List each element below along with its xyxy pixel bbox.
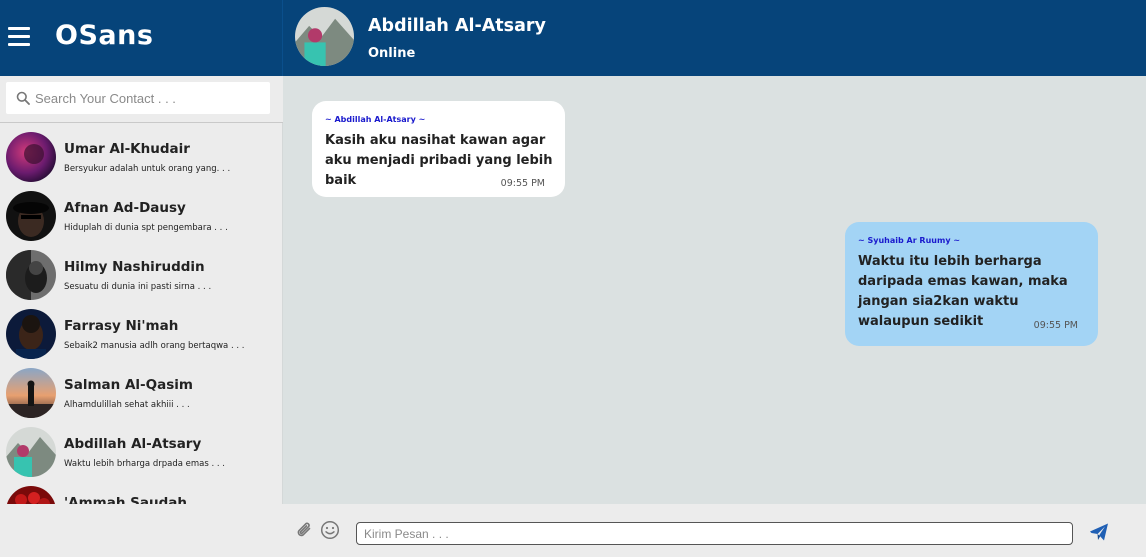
avatar[interactable]	[295, 7, 354, 66]
contact-item[interactable]: Umar Al-Khudair Bersyukur adalah untuk o…	[0, 124, 283, 182]
contact-item[interactable]: 'Ammah Saudah	[0, 478, 283, 504]
search-icon	[16, 91, 30, 105]
search-box[interactable]	[6, 82, 270, 114]
contact-item[interactable]: Salman Al-Qasim Alhamdulillah sehat akhi…	[0, 360, 283, 418]
outgoing-message: ~ Syuhaib Ar Ruumy ~ Waktu itu lebih ber…	[845, 222, 1098, 346]
contacts-sidebar: OSans Search Your Contact . . . Umar Al-…	[0, 0, 283, 557]
paper-plane-icon[interactable]	[1089, 522, 1109, 542]
chat-header: Abdillah Al-Atsary Online	[283, 0, 1146, 76]
message-sender: ~ Syuhaib Ar Ruumy ~	[858, 236, 961, 245]
smiley-icon[interactable]	[320, 520, 340, 540]
contact-item[interactable]: Afnan Ad-Dausy Hiduplah di dunia spt pen…	[0, 183, 283, 241]
avatar	[6, 309, 56, 359]
contact-preview: Hiduplah di dunia spt pengembara . . .	[64, 223, 228, 233]
app-brand: OSans	[55, 20, 154, 51]
contact-item[interactable]: Farrasy Ni'mah Sebaik2 manusia adlh oran…	[0, 301, 283, 359]
message-area: ~ Abdillah Al-Atsary ~ Kasih aku nasihat…	[283, 76, 1146, 504]
contact-name: Umar Al-Khudair	[64, 141, 190, 157]
chat-contact-name: Abdillah Al-Atsary	[368, 16, 546, 36]
avatar	[6, 427, 56, 477]
incoming-message: ~ Abdillah Al-Atsary ~ Kasih aku nasihat…	[312, 101, 565, 197]
contact-name: Afnan Ad-Dausy	[64, 200, 186, 216]
contact-name: Hilmy Nashiruddin	[64, 259, 205, 275]
avatar	[6, 191, 56, 241]
avatar	[6, 250, 56, 300]
contact-preview: Waktu lebih brharga drpada emas . . .	[64, 459, 225, 469]
contact-preview: Sesuatu di dunia ini pasti sirna . . .	[64, 282, 212, 292]
message-input[interactable]	[356, 522, 1073, 545]
chat-contact-status: Online	[368, 46, 416, 61]
sidebar-footer	[0, 504, 283, 557]
contact-item[interactable]: Hilmy Nashiruddin Sesuatu di dunia ini p…	[0, 242, 283, 300]
contact-preview: Sebaik2 manusia adlh orang bertaqwa . . …	[64, 341, 245, 351]
message-time: 09:55 PM	[1033, 320, 1078, 331]
contact-name: 'Ammah Saudah	[64, 495, 187, 504]
contact-preview: Alhamdulillah sehat akhiii . . .	[64, 400, 190, 410]
contact-preview: Bersyukur adalah untuk orang yang. . .	[64, 164, 231, 174]
contact-name: Abdillah Al-Atsary	[64, 436, 202, 452]
sidebar-header: OSans	[0, 0, 283, 76]
message-composer	[283, 504, 1146, 557]
message-time: 09:55 PM	[500, 178, 545, 189]
paperclip-icon[interactable]	[295, 520, 315, 540]
chat-app: OSans Search Your Contact . . . Umar Al-…	[0, 0, 1146, 557]
contact-list: Umar Al-Khudair Bersyukur adalah untuk o…	[0, 124, 283, 504]
search-input[interactable]	[35, 82, 265, 114]
search-area	[0, 76, 283, 123]
hamburger-menu-icon[interactable]	[8, 27, 30, 47]
contact-name: Farrasy Ni'mah	[64, 318, 179, 334]
message-sender: ~ Abdillah Al-Atsary ~	[325, 115, 426, 124]
contact-item[interactable]: Abdillah Al-Atsary Waktu lebih brharga d…	[0, 419, 283, 477]
contact-name: Salman Al-Qasim	[64, 377, 193, 393]
avatar	[6, 486, 56, 504]
avatar	[6, 368, 56, 418]
avatar	[6, 132, 56, 182]
